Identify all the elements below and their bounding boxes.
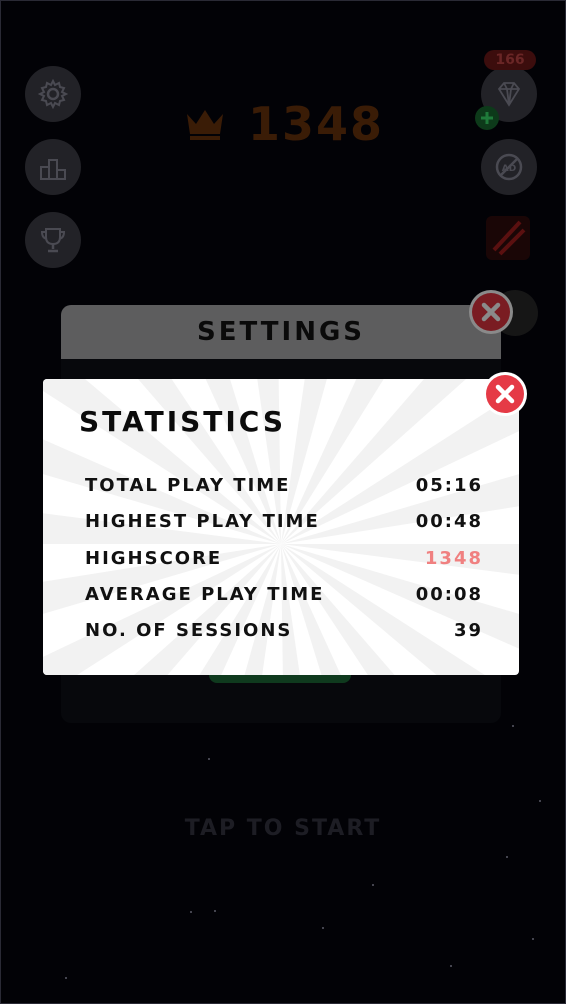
score-value: 1348 xyxy=(248,97,385,151)
settings-close-button[interactable] xyxy=(469,290,513,334)
star xyxy=(450,965,452,967)
stat-label: HIGHEST PLAY TIME xyxy=(85,510,320,532)
tap-to-start-label[interactable]: TAP TO START xyxy=(0,816,566,841)
settings-button[interactable] xyxy=(25,66,81,122)
stat-value: 00:08 xyxy=(415,583,483,605)
star xyxy=(539,800,541,802)
stat-row-highscore: HIGHSCORE 1348 xyxy=(85,546,483,570)
stat-value: 00:48 xyxy=(415,510,483,532)
star xyxy=(190,911,192,913)
star xyxy=(512,725,514,727)
star xyxy=(322,927,324,929)
gem-count-badge: 166 xyxy=(484,50,536,70)
stat-row-total-play-time: TOTAL PLAY TIME 05:16 xyxy=(85,473,483,497)
stat-value: 05:16 xyxy=(415,474,483,496)
podium-icon xyxy=(40,159,66,180)
star xyxy=(532,938,534,940)
star xyxy=(65,977,67,979)
diamond-icon xyxy=(497,82,521,107)
crown-icon xyxy=(187,110,223,140)
stat-row-average-play-time: AVERAGE PLAY TIME 00:08 xyxy=(85,582,483,606)
statistics-panel: STATISTICS TOTAL PLAY TIME 05:16 HIGHEST… xyxy=(43,379,519,675)
stat-row-highest-play-time: HIGHEST PLAY TIME 00:48 xyxy=(85,509,483,533)
stat-label: NO. OF SESSIONS xyxy=(85,619,293,641)
power-up-icon[interactable] xyxy=(486,216,530,260)
stat-label: AVERAGE PLAY TIME xyxy=(85,583,325,605)
star xyxy=(372,884,374,886)
settings-title: SETTINGS xyxy=(61,305,501,359)
achievements-button[interactable] xyxy=(25,212,81,268)
star xyxy=(506,856,508,858)
statistics-close-button[interactable] xyxy=(483,372,527,416)
trophy-icon xyxy=(40,228,66,253)
gear-icon xyxy=(37,78,69,110)
high-score-display: 1348 xyxy=(184,97,385,151)
game-screen[interactable]: 1348 166 AD TAP TO START SETTINGS STATIS… xyxy=(0,0,566,1004)
close-icon xyxy=(481,302,501,322)
star xyxy=(214,910,216,912)
stat-value-highscore: 1348 xyxy=(424,547,483,569)
add-gems-button[interactable] xyxy=(475,106,499,130)
slash-icon xyxy=(492,220,526,256)
stat-label: TOTAL PLAY TIME xyxy=(85,474,291,496)
no-ads-button[interactable]: AD xyxy=(481,139,537,195)
stat-row-sessions: NO. OF SESSIONS 39 xyxy=(85,618,483,642)
plus-icon xyxy=(481,112,493,124)
leaderboard-button[interactable] xyxy=(25,139,81,195)
stat-value: 39 xyxy=(453,619,483,641)
svg-text:AD: AD xyxy=(502,164,516,174)
star xyxy=(208,758,210,760)
no-ads-icon: AD xyxy=(495,153,523,181)
stat-label: HIGHSCORE xyxy=(85,547,223,569)
close-icon xyxy=(495,384,515,404)
statistics-title: STATISTICS xyxy=(79,405,287,438)
